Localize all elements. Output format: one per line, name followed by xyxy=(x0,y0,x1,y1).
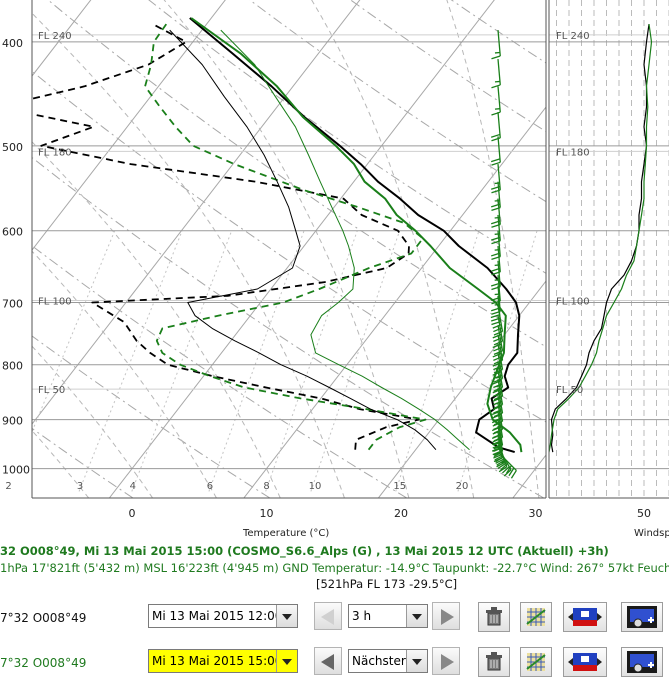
previous-button[interactable] xyxy=(314,647,342,675)
grid-icon xyxy=(526,653,546,671)
layer-button[interactable] xyxy=(563,647,607,677)
layer-icon xyxy=(568,608,602,626)
pressure-tick-label: 700 xyxy=(2,298,23,311)
mixing-ratio-label: 4 xyxy=(130,481,136,492)
arrow-left-icon xyxy=(321,609,334,625)
row-location-label: 7°32 O008°49 xyxy=(0,656,87,670)
pressure-tick-label: 800 xyxy=(2,360,23,373)
wind-flight-level-label: FL 240 xyxy=(556,31,590,42)
pressure-tick-label: 500 xyxy=(2,141,23,154)
info-line-cursor: [521hPa FL 173 -29.5°C] xyxy=(316,577,458,591)
wind-x-tick-label: 50 xyxy=(637,507,651,520)
mixing-ratio-label: 2 xyxy=(5,481,11,492)
trash-icon xyxy=(486,652,502,671)
flight-level-label: FL 100 xyxy=(38,297,72,308)
grid-icon xyxy=(526,608,546,626)
grid-toggle-button[interactable] xyxy=(520,647,552,677)
control-row-reference: 7°32 O008°49 Mi 13 Mai 2015 12:00 3 h xyxy=(0,600,669,634)
info-line-model: 32 O008°49, Mi 13 Mai 2015 15:00 (COSMO_… xyxy=(0,544,609,558)
chevron-down-icon[interactable] xyxy=(276,650,297,672)
mixing-ratio-label: 15 xyxy=(393,481,406,492)
mixing-ratio-label: 6 xyxy=(207,481,213,492)
layer-button[interactable] xyxy=(563,602,607,632)
delete-button[interactable] xyxy=(478,647,510,677)
delete-button[interactable] xyxy=(478,602,510,632)
x-tick-label: 10 xyxy=(260,507,274,520)
date-select-value: Mi 13 Mai 2015 15:00 xyxy=(152,654,283,668)
previous-button[interactable] xyxy=(314,602,342,630)
x-tick-label: 30 xyxy=(529,507,543,520)
wind-axis-label: Windsp xyxy=(634,528,669,539)
gear-icon xyxy=(627,651,657,673)
step-select[interactable]: Nächster xyxy=(348,649,428,673)
chevron-down-icon[interactable] xyxy=(276,605,297,627)
flight-level-label: FL 180 xyxy=(38,147,72,158)
x-axis-label: Temperature (°C) xyxy=(242,528,329,539)
layer-icon xyxy=(568,653,602,671)
wind-flight-level-label: FL 180 xyxy=(556,147,590,158)
mixing-ratio-label: 10 xyxy=(309,481,322,492)
date-select-current[interactable]: Mi 13 Mai 2015 15:00 xyxy=(148,649,298,673)
trash-icon xyxy=(486,607,502,626)
mixing-ratio-label: 8 xyxy=(263,481,269,492)
step-select-value: Nächster xyxy=(352,654,406,668)
wind-flight-level-label: FL 50 xyxy=(556,385,583,396)
pressure-tick-label: 900 xyxy=(2,415,23,428)
step-select[interactable]: 3 h xyxy=(348,604,428,628)
arrow-right-icon xyxy=(441,609,454,625)
pressure-tick-label: 1000 xyxy=(2,464,30,477)
date-select[interactable]: Mi 13 Mai 2015 12:00 xyxy=(148,604,298,628)
gear-icon xyxy=(627,606,657,628)
arrow-right-icon xyxy=(441,654,454,670)
x-tick-label: 0 xyxy=(129,507,136,520)
control-row-current: 7°32 O008°49 Mi 13 Mai 2015 15:00 Nächst… xyxy=(0,645,669,679)
chevron-down-icon[interactable] xyxy=(406,650,427,672)
flight-level-label: FL 240 xyxy=(38,31,72,42)
date-select-value: Mi 13 Mai 2015 12:00 xyxy=(152,609,283,623)
settings-button[interactable] xyxy=(621,647,663,677)
settings-button[interactable] xyxy=(621,602,663,632)
next-button[interactable] xyxy=(432,647,460,675)
pressure-tick-label: 400 xyxy=(2,37,23,50)
step-select-value: 3 h xyxy=(352,609,372,623)
arrow-left-icon xyxy=(321,654,334,670)
row-location-label: 7°32 O008°49 xyxy=(0,611,87,625)
mixing-ratio-label: 20 xyxy=(456,481,469,492)
wind-flight-level-label: FL 100 xyxy=(556,297,590,308)
mixing-ratio-label: 3 xyxy=(77,481,83,492)
next-button[interactable] xyxy=(432,602,460,630)
skewt-chart: 2 3 4 6 8 10 15 204005006007008009001000FL 240F… xyxy=(0,0,669,540)
flight-level-label: FL 50 xyxy=(38,385,65,396)
chevron-down-icon[interactable] xyxy=(406,605,427,627)
pressure-tick-label: 600 xyxy=(2,226,23,239)
x-tick-label: 20 xyxy=(394,507,408,520)
grid-toggle-button[interactable] xyxy=(520,602,552,632)
info-line-readout: 1hPa 17'821ft (5'432 m) MSL 16'223ft (4'… xyxy=(0,561,669,575)
